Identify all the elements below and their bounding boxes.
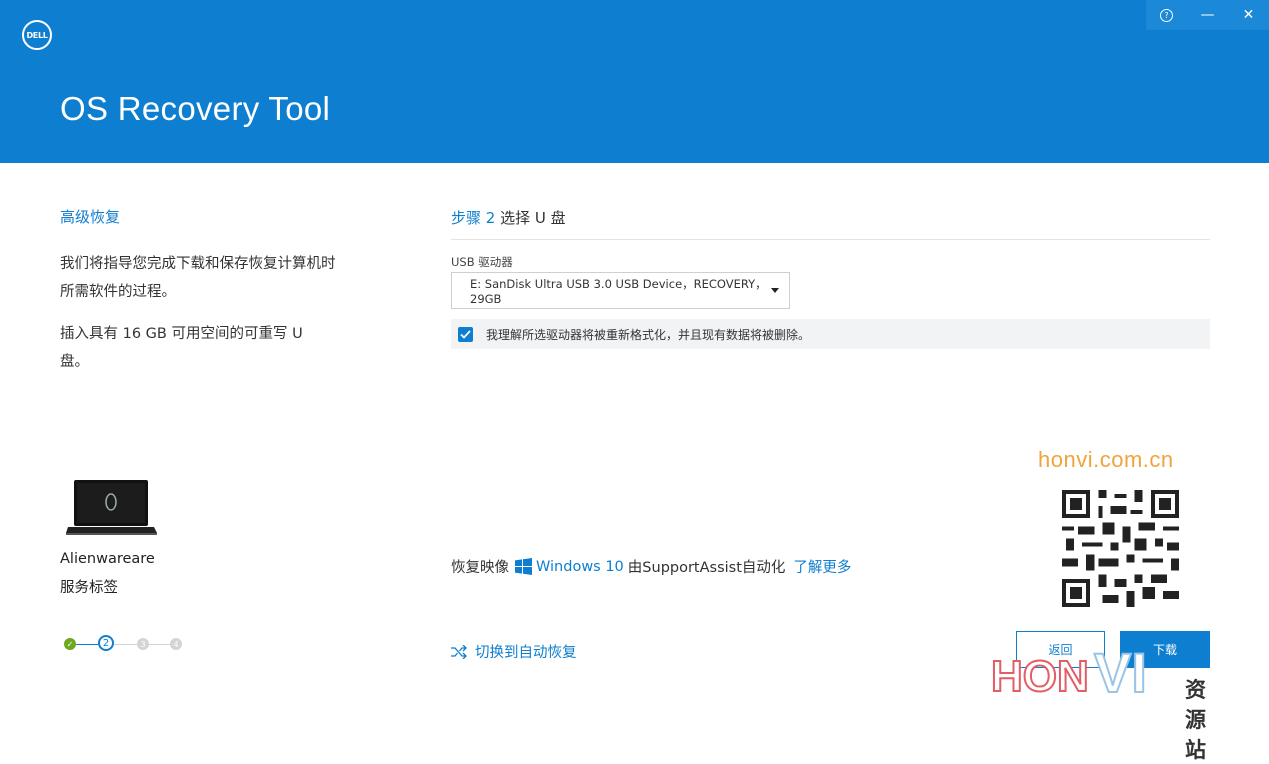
switch-link-label: 切换到自动恢复 — [475, 645, 577, 661]
switch-to-auto-recovery-link[interactable]: 切换到自动恢复 — [451, 641, 577, 662]
dell-logo: DELL — [22, 20, 52, 50]
stepper-line — [149, 644, 170, 645]
recovery-prefix: 恢复映像 — [451, 560, 509, 576]
qr-code-image — [1062, 490, 1179, 607]
watermark-brand-suffix: 资源站 — [1185, 678, 1206, 762]
progress-stepper: ✓ 2 3 4 — [64, 635, 186, 653]
step-1-done: ✓ — [64, 638, 76, 650]
step-2-current: 2 — [98, 635, 114, 651]
device-name: Alienwareare — [60, 551, 155, 567]
recovery-image-line: 恢复映像 Windows 10 由SupportAssist自动化 了解更多 — [451, 556, 851, 577]
watermark-brand-left: HON — [990, 651, 1090, 702]
learn-more-link[interactable]: 了解更多 — [793, 556, 851, 577]
usb-drive-select[interactable]: E: SanDisk Ultra USB 3.0 USB Device，RECO… — [451, 272, 790, 309]
usb-drive-label: USB 驱动器 — [451, 255, 513, 269]
step-title: 步骤 2 选择 U 盘 — [451, 207, 566, 228]
usb-drive-value: E: SanDisk Ultra USB 3.0 USB Device，RECO… — [470, 276, 767, 306]
step-number: 步骤 2 — [451, 209, 496, 227]
service-tag: 服务标签 — [60, 580, 118, 596]
window-controls: ? — ✕ — [1146, 0, 1269, 30]
recovery-suffix: 由SupportAssist自动化 — [627, 560, 786, 576]
instruction-text: 插入具有 16 GB 可用空间的可重写 U 盘。 — [60, 326, 303, 370]
format-confirm-checkbox[interactable] — [458, 326, 473, 342]
windows-logo-icon — [515, 558, 532, 575]
minimize-button[interactable]: — — [1187, 0, 1228, 30]
intro-text: 我们将指导您完成下载和保存恢复计算机时所需软件的过程。 — [60, 256, 336, 300]
header-bar: DELL OS Recovery Tool ? — ✕ — [0, 0, 1269, 163]
format-confirm-text: 我理解所选驱动器将被重新格式化，并且现有数据将被删除。 — [486, 327, 811, 342]
watermark-site: honvi.com.cn — [1038, 447, 1174, 472]
laptop-icon — [66, 480, 157, 535]
step-3: 3 — [137, 638, 149, 650]
help-icon: ? — [1160, 8, 1173, 22]
stepper-line — [114, 644, 137, 645]
step-4: 4 — [170, 638, 182, 650]
help-button[interactable]: ? — [1146, 0, 1187, 30]
close-button[interactable]: ✕ — [1228, 0, 1269, 30]
step-name: 选择 U 盘 — [500, 209, 566, 227]
recovery-os-name: Windows 10 — [536, 558, 624, 575]
watermark-brand-right: VI — [1093, 640, 1148, 705]
stepper-line — [76, 644, 98, 645]
dropdown-caret-icon — [771, 288, 779, 293]
left-heading: 高级恢复 — [60, 208, 121, 226]
shuffle-icon — [451, 644, 467, 659]
divider — [451, 239, 1210, 240]
check-icon — [460, 329, 471, 339]
app-title: OS Recovery Tool — [60, 90, 331, 127]
format-confirm-row: 我理解所选驱动器将被重新格式化，并且现有数据将被删除。 — [451, 319, 1210, 349]
